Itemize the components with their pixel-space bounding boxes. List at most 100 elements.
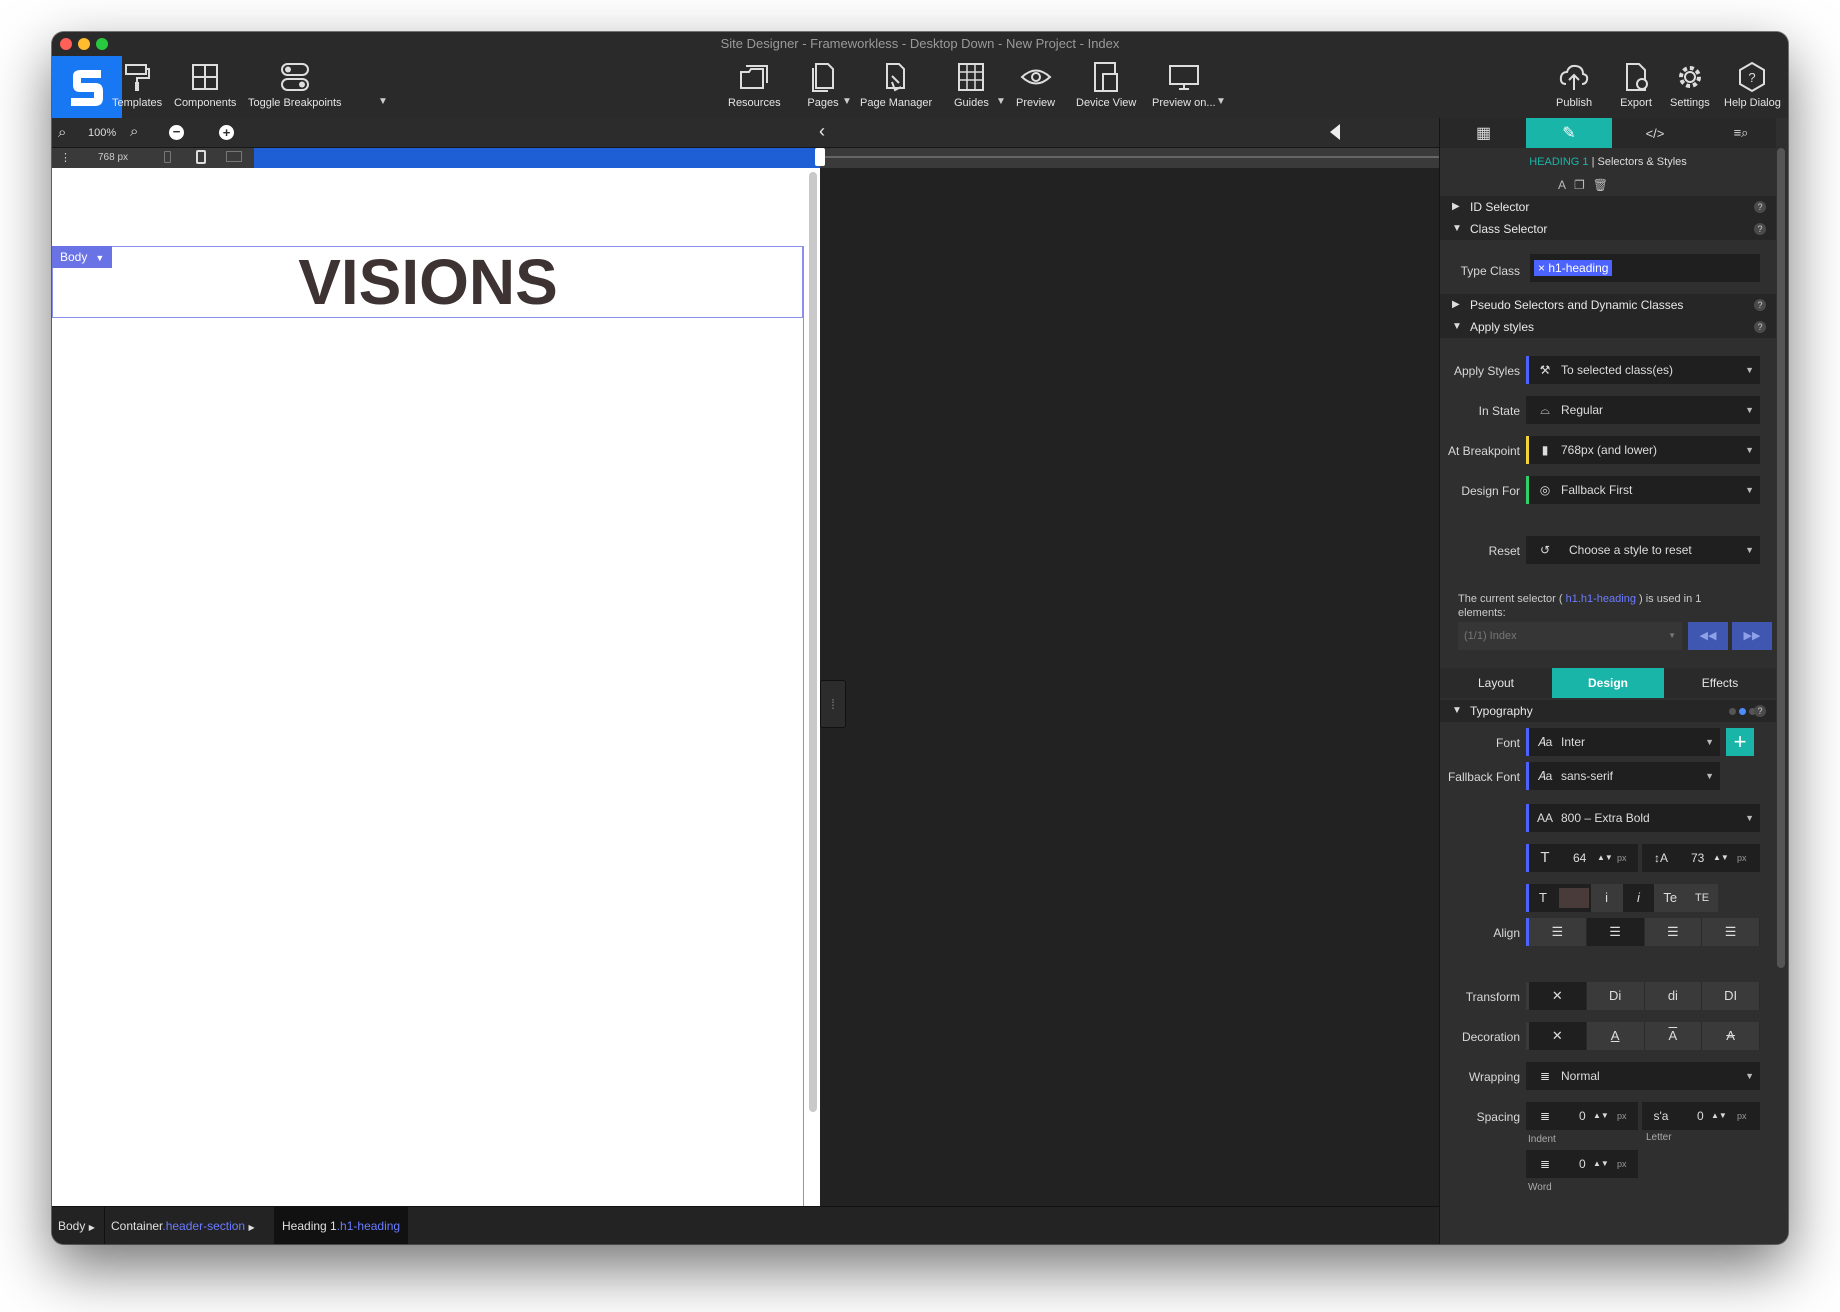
breadcrumb-body[interactable]: Body ▶ (52, 1207, 101, 1244)
chevron-left-icon[interactable]: ‹ (819, 121, 825, 142)
publish-button[interactable]: Publish (1556, 60, 1592, 109)
tab-design[interactable]: Design (1552, 668, 1664, 698)
reset-select[interactable]: ↺ Choose a style to reset ▼ (1526, 536, 1760, 564)
preview-button[interactable]: Preview (1016, 60, 1055, 109)
panel-scrollbar[interactable] (1777, 148, 1785, 968)
duplicate-icon[interactable]: ❐ (1574, 178, 1593, 192)
font-weight-select[interactable]: AA 800 – Extra Bold ▼ (1526, 804, 1760, 832)
phone-icon[interactable] (164, 151, 171, 163)
type-class-input[interactable]: × h1-heading (1530, 254, 1760, 282)
transform-lowercase-button[interactable]: di (1645, 982, 1703, 1010)
wrapping-select[interactable]: ≣ Normal ▼ (1526, 1062, 1760, 1090)
tab-code[interactable]: </> (1612, 118, 1698, 148)
class-selector-section[interactable]: ▼ Class Selector? (1440, 218, 1776, 240)
pages-dropdown-chevron-icon[interactable]: ▼ (842, 96, 852, 107)
previous-element-button[interactable]: ◀◀ (1688, 622, 1728, 650)
preview-on-dropdown-chevron-icon[interactable]: ▼ (1216, 96, 1226, 107)
text-color-swatch[interactable] (1558, 888, 1589, 908)
font-size-stepper[interactable]: T 64 ▲▼ px (1526, 844, 1638, 872)
font-style-normal-button[interactable]: i (1590, 884, 1623, 912)
align-right-icon[interactable]: ☰ (1645, 918, 1703, 946)
visions-heading[interactable]: VISIONS (52, 246, 804, 318)
line-height-stepper[interactable]: ↕A 73 ▲▼ px (1642, 844, 1760, 872)
plus-circle-icon[interactable]: + (219, 125, 234, 140)
word-spacing-stepper[interactable]: ≣ 0 ▲▼ px (1526, 1150, 1638, 1178)
class-chip[interactable]: × h1-heading (1534, 260, 1613, 276)
settings-button[interactable]: Settings (1670, 60, 1710, 109)
align-justify-icon[interactable]: ☰ (1702, 918, 1760, 946)
components-button[interactable]: Components (174, 60, 236, 109)
page-usage-select[interactable]: (1/1) Index ▼ (1458, 622, 1682, 650)
tab-effects[interactable]: Effects (1664, 668, 1776, 698)
breakpoint-menu-icon[interactable]: ⋮ (60, 151, 71, 164)
guides-button[interactable]: Guides (954, 60, 989, 109)
zoom-level[interactable]: 100% (88, 127, 116, 139)
typography-section[interactable]: ▼ Typography? (1440, 700, 1776, 722)
collapse-panel-triangle-icon[interactable] (1330, 124, 1340, 140)
transform-capitalize-button[interactable]: Di (1587, 982, 1645, 1010)
minimize-window-button[interactable] (78, 38, 90, 50)
zoom-out-magnifier-icon[interactable]: ⌕ (58, 124, 66, 141)
help-icon[interactable]: ? (1754, 201, 1766, 213)
apply-styles-section[interactable]: ▼ Apply styles? (1440, 316, 1776, 338)
page-scrollbar[interactable] (809, 172, 817, 1112)
pages-button[interactable]: Pages (806, 60, 840, 109)
export-button[interactable]: Export (1619, 60, 1653, 109)
preview-on-button[interactable]: Preview on... (1152, 60, 1216, 109)
add-font-button[interactable]: + (1726, 728, 1754, 756)
tab-layout[interactable]: Layout (1440, 668, 1552, 698)
tab-search[interactable]: ≡⌕ (1698, 118, 1784, 148)
text-size-icon[interactable]: A (1558, 178, 1574, 192)
desktop-icon[interactable] (226, 151, 242, 162)
pseudo-selectors-section[interactable]: ▶ Pseudo Selectors and Dynamic Classes? (1440, 294, 1776, 316)
minus-circle-icon[interactable]: − (169, 125, 184, 140)
tab-grid[interactable]: ▦ (1440, 118, 1526, 148)
breakpoint-slider-handle[interactable] (815, 148, 825, 166)
help-icon[interactable]: ? (1754, 223, 1766, 235)
help-icon[interactable]: ? (1754, 321, 1766, 333)
fallback-font-select[interactable]: 𝐴a sans-serif ▼ (1526, 762, 1720, 790)
guides-dropdown-chevron-icon[interactable]: ▼ (996, 96, 1006, 107)
breakpoint-select[interactable]: ▮ 768px (and lower) ▼ (1526, 436, 1760, 464)
stepper-arrows-icon[interactable]: ▲▼ (1713, 844, 1729, 872)
close-window-button[interactable] (60, 38, 72, 50)
transform-uppercase-button[interactable]: DI (1702, 982, 1760, 1010)
decoration-none-close-icon[interactable]: ✕ (1529, 1022, 1587, 1050)
apply-styles-select[interactable]: ⚒ To selected class(es) ▼ (1526, 356, 1760, 384)
decoration-overline-button[interactable]: A (1645, 1022, 1703, 1050)
font-variant-small-caps-button[interactable]: TE (1686, 884, 1718, 912)
indent-stepper[interactable]: ≣ 0 ▲▼ px (1526, 1102, 1638, 1130)
stepper-arrows-icon[interactable]: ▲▼ (1593, 1102, 1609, 1130)
decoration-strikethrough-button[interactable]: A (1702, 1022, 1760, 1050)
body-element-tag[interactable]: Body ▼ (52, 246, 112, 268)
stepper-arrows-icon[interactable]: ▲▼ (1711, 1102, 1727, 1130)
resources-button[interactable]: Resources (728, 60, 781, 109)
tablet-icon[interactable] (196, 150, 206, 164)
font-select[interactable]: 𝐴a Inter ▼ (1526, 728, 1720, 756)
in-state-select[interactable]: ⌓ Regular ▼ (1526, 396, 1760, 424)
tab-design-brush[interactable]: ✎ (1526, 118, 1612, 148)
id-selector-section[interactable]: ▶ ID Selector? (1440, 196, 1776, 218)
design-for-select[interactable]: ◎ Fallback First ▼ (1526, 476, 1760, 504)
next-element-button[interactable]: ▶▶ (1732, 622, 1772, 650)
font-style-italic-button[interactable]: i (1623, 884, 1655, 912)
remove-class-close-icon[interactable]: × (1538, 261, 1545, 275)
toggle-breakpoints-button[interactable]: Toggle Breakpoints (248, 60, 342, 109)
stepper-arrows-icon[interactable]: ▲▼ (1593, 1150, 1609, 1178)
letter-spacing-stepper[interactable]: s'a 0 ▲▼ px (1642, 1102, 1760, 1130)
help-icon[interactable]: ? (1754, 299, 1766, 311)
align-center-icon[interactable]: ☰ (1586, 918, 1645, 946)
templates-button[interactable]: Templates (112, 60, 162, 109)
page-manager-button[interactable]: Page Manager (860, 60, 932, 109)
transform-none-close-icon[interactable]: ✕ (1529, 982, 1587, 1010)
breakpoints-dropdown-chevron-icon[interactable]: ▼ (378, 96, 388, 107)
breadcrumb-heading[interactable]: Heading 1.h1-heading (274, 1207, 409, 1244)
text-color-icon[interactable]: T (1529, 884, 1557, 912)
stepper-arrows-icon[interactable]: ▲▼ (1597, 844, 1613, 872)
help-dialog-button[interactable]: ? Help Dialog (1724, 60, 1781, 109)
font-variant-normal-button[interactable]: Te (1654, 884, 1687, 912)
device-view-button[interactable]: Device View (1076, 60, 1136, 109)
decoration-underline-button[interactable]: A (1587, 1022, 1645, 1050)
trash-icon[interactable]: 🗑 (1593, 178, 1616, 192)
help-icon[interactable]: ? (1754, 705, 1766, 717)
